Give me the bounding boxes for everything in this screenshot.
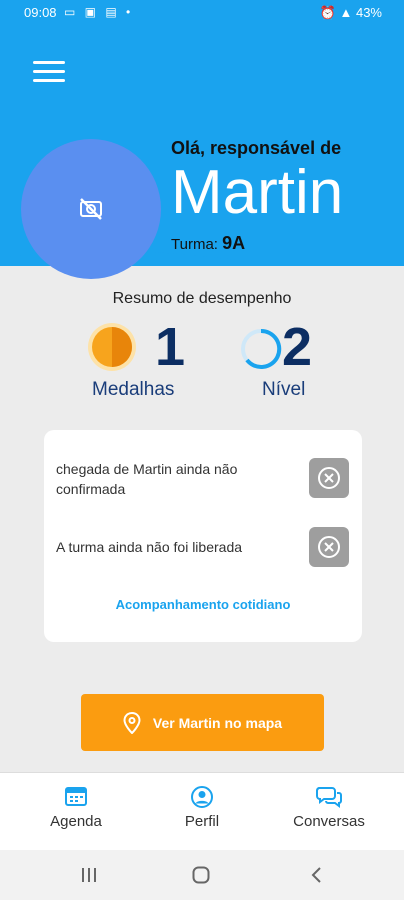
status-time: 09:08	[24, 5, 57, 20]
nav-perfil[interactable]: Perfil	[166, 773, 238, 851]
summary-title: Resumo de desempenho	[112, 290, 292, 307]
medal-sun-icon	[88, 323, 136, 371]
nav-conversas[interactable]: Conversas	[286, 773, 372, 851]
level-value: 2	[282, 317, 313, 377]
daily-tracking-link[interactable]: Acompanhamento cotidiano	[44, 597, 362, 612]
chat-bubbles-icon	[316, 787, 342, 808]
student-name: Martin	[171, 158, 344, 227]
greeting-text: Olá, responsável de	[171, 138, 342, 158]
class-label: Turma:	[171, 236, 218, 253]
status-right: ⏰ ▲ 43%	[320, 5, 382, 21]
dismiss-class-button[interactable]	[309, 527, 349, 567]
location-pin-icon	[123, 711, 141, 734]
back-icon[interactable]	[310, 866, 322, 884]
nav-agenda-label: Agenda	[50, 813, 102, 830]
recent-apps-icon[interactable]	[80, 867, 98, 883]
close-circle-icon	[318, 536, 340, 558]
notices-card: chegada de Martin ainda não confirmada A…	[44, 430, 362, 642]
no-photo-icon	[80, 198, 102, 220]
nav-perfil-label: Perfil	[184, 813, 220, 830]
notice-class-text: A turma ainda não foi liberada	[56, 539, 243, 555]
avatar[interactable]	[21, 139, 161, 279]
status-bar: 09:08 ▭ ▣ ▤ • ⏰ ▲ 43%	[0, 0, 404, 26]
menu-icon[interactable]	[33, 61, 65, 83]
profile-icon	[191, 786, 213, 808]
class-value: 9A	[222, 233, 246, 253]
calendar-icon	[65, 787, 87, 806]
level-ring-icon	[241, 328, 282, 369]
medals-count: 1	[155, 317, 186, 377]
close-circle-icon	[318, 467, 340, 489]
view-on-map-label: Ver Martin no mapa	[152, 714, 283, 731]
notification-icons: ▭ ▣ ▤ •	[64, 5, 134, 19]
class-info: Turma: 9A	[171, 233, 245, 254]
home-icon[interactable]	[192, 866, 210, 884]
medals-label: Medalhas	[92, 379, 175, 400]
alarm-icon: ⏰	[319, 5, 336, 20]
signal-icon: ▲	[339, 5, 353, 20]
dismiss-arrival-button[interactable]	[309, 458, 349, 498]
view-on-map-button[interactable]: Ver Martin no mapa	[81, 694, 324, 751]
nav-agenda[interactable]: Agenda	[40, 773, 112, 851]
nav-conversas-label: Conversas	[293, 813, 365, 830]
notice-arrival-text: chegada de Martin ainda não confirmada	[56, 461, 238, 497]
battery-text: 43%	[355, 5, 382, 20]
level-label: Nível	[262, 379, 306, 400]
system-navigation-bar	[0, 850, 404, 900]
bottom-navigation: Agenda Perfil Conversas	[0, 772, 404, 851]
